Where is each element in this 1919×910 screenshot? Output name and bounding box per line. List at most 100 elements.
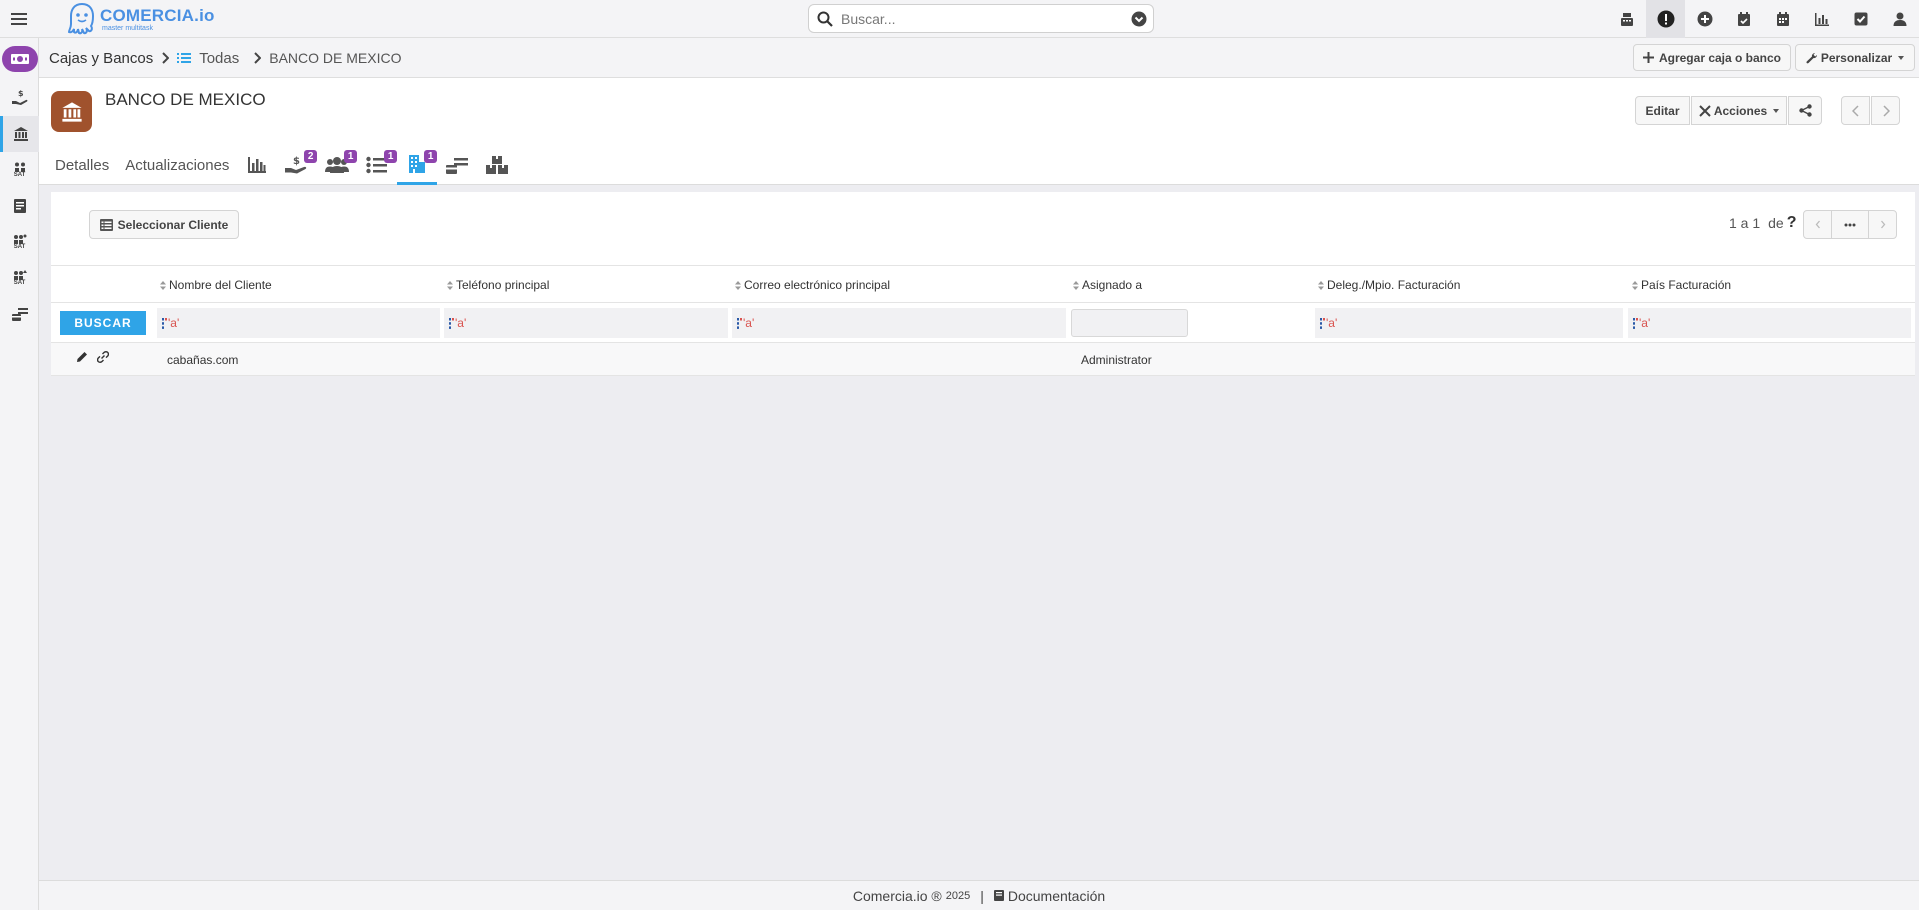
tasks-badge: 1 <box>383 150 398 163</box>
caret-down-icon <box>1898 55 1905 60</box>
plus-circle-icon[interactable] <box>1685 0 1724 38</box>
pos-register-icon[interactable] <box>1607 0 1646 38</box>
tab-payments[interactable]: $ 2 <box>277 145 318 185</box>
search-input[interactable] <box>841 10 1131 27</box>
breadcrumb-bar: Cajas y Bancos Todas BANCO DE MEXICO Agr… <box>39 38 1919 78</box>
global-search <box>808 4 1154 33</box>
app-logo[interactable]: COMERCIA.io master multitask <box>67 2 215 36</box>
chevron-left-icon <box>1815 220 1820 229</box>
select-client-label: Seleccionar Cliente <box>117 217 229 232</box>
logo-name: COMERCIA.io <box>100 5 215 25</box>
svg-text:$: $ <box>18 89 24 98</box>
calendar-check-icon[interactable] <box>1724 0 1763 38</box>
actions-button[interactable]: Acciones <box>1691 96 1787 125</box>
breadcrumb-module[interactable]: Cajas y Bancos <box>49 50 153 67</box>
chevron-down-circle-icon[interactable] <box>1131 11 1147 27</box>
cell-assigned: Administrator <box>1081 352 1152 367</box>
filter-operator-label: 'a' <box>743 316 755 330</box>
filter-operator-icon <box>162 317 167 329</box>
table-filter-row: BUSCAR 'a' 'a' 'a' 'a' 'a' <box>51 303 1915 343</box>
sort-icon <box>1073 280 1079 290</box>
card-list-icon[interactable] <box>0 296 39 332</box>
customize-button[interactable]: Personalizar <box>1795 44 1915 71</box>
search-button[interactable]: BUSCAR <box>60 311 146 335</box>
tab-contacts[interactable]: 1 <box>317 145 358 185</box>
breadcrumb-list-link[interactable]: Todas <box>177 50 239 67</box>
filter-operator[interactable]: 'a' <box>449 316 466 330</box>
column-header-email[interactable]: Correo electrónico principal <box>735 266 890 304</box>
tab-chart[interactable] <box>237 145 277 185</box>
pager-previous-button[interactable] <box>1803 210 1832 239</box>
tab-inventory[interactable] <box>477 145 517 185</box>
column-header-name[interactable]: Nombre del Cliente <box>160 266 272 304</box>
cajas-bancos-icon[interactable] <box>2 46 38 72</box>
footer-year: 2025 <box>945 889 971 902</box>
column-label: País Facturación <box>1641 278 1732 292</box>
hand-money-icon[interactable]: $ <box>0 80 39 116</box>
sort-icon <box>1632 280 1638 290</box>
pager-next-button[interactable] <box>1868 210 1897 239</box>
octopus-logo-icon <box>67 2 95 35</box>
calendar-icon[interactable] <box>1763 0 1802 38</box>
share-button[interactable] <box>1788 96 1822 125</box>
checkbox-icon[interactable] <box>1841 0 1880 38</box>
record-tabs: Detalles Actualizaciones $ 2 1 1 1 <box>39 145 517 185</box>
book-icon <box>993 890 1004 901</box>
sort-icon <box>160 280 166 290</box>
pager-more-button[interactable] <box>1832 210 1868 239</box>
bank-icon[interactable] <box>0 116 39 152</box>
user-icon[interactable] <box>1880 0 1919 38</box>
top-icon-bar <box>1607 0 1919 38</box>
add-bank-button[interactable]: Agregar caja o banco <box>1633 44 1791 71</box>
tab-clients[interactable]: 1 <box>397 145 438 185</box>
filter-operator[interactable]: 'a' <box>1320 316 1337 330</box>
record-title: BANCO DE MEXICO <box>105 90 266 109</box>
alert-icon[interactable] <box>1646 0 1685 38</box>
edit-button[interactable]: Editar <box>1635 96 1690 125</box>
filter-operator-icon <box>449 317 454 329</box>
pencil-icon[interactable] <box>76 351 88 363</box>
hamburger-menu-icon[interactable] <box>8 8 30 30</box>
tab-updates[interactable]: Actualizaciones <box>117 145 237 185</box>
document-icon[interactable] <box>0 188 39 224</box>
filter-operator[interactable]: 'a' <box>1633 316 1650 330</box>
cell-client-name[interactable]: cabañas.com <box>167 343 238 376</box>
unlink-icon[interactable] <box>97 351 109 363</box>
filter-operator-label: 'a' <box>168 316 180 330</box>
previous-record-button[interactable] <box>1841 96 1870 125</box>
column-header-municipality[interactable]: Deleg./Mpio. Facturación <box>1318 266 1460 304</box>
search-icon[interactable] <box>817 11 833 27</box>
pager-total[interactable]: ? <box>1787 214 1797 232</box>
column-header-assigned[interactable]: Asignado a <box>1073 266 1142 304</box>
tab-details[interactable]: Detalles <box>39 145 117 185</box>
documentation-link[interactable]: Documentación <box>993 887 1106 904</box>
contacts-badge: 1 <box>343 150 358 163</box>
tab-cards[interactable] <box>437 145 477 185</box>
pager-summary: 1 a 1 de ? <box>1729 214 1797 232</box>
filter-email-field[interactable]: 'a' <box>732 308 1066 338</box>
filter-operator[interactable]: 'a' <box>162 316 179 330</box>
bar-chart-icon[interactable] <box>1802 0 1841 38</box>
filter-country-field[interactable]: 'a' <box>1628 308 1911 338</box>
chevron-right-icon <box>162 52 170 64</box>
sat-pay-icon[interactable]: SAT <box>0 224 39 260</box>
next-record-button[interactable] <box>1871 96 1900 125</box>
filter-phone-field[interactable]: 'a' <box>444 308 728 338</box>
table-list-icon <box>99 218 113 231</box>
column-header-country[interactable]: País Facturación <box>1632 266 1731 304</box>
filter-name-field[interactable]: 'a' <box>157 308 440 338</box>
sort-icon <box>447 280 453 290</box>
top-bar: COMERCIA.io master multitask <box>0 0 1919 38</box>
select-client-button[interactable]: Seleccionar Cliente <box>89 210 239 239</box>
filter-assigned-field[interactable] <box>1071 309 1188 337</box>
filter-municipality-field[interactable]: 'a' <box>1315 308 1623 338</box>
sat-label: SAT <box>13 280 26 286</box>
sat-icon[interactable]: SAT <box>0 152 39 188</box>
filter-operator[interactable]: 'a' <box>737 316 754 330</box>
column-label: Asignado a <box>1082 278 1143 292</box>
column-header-phone[interactable]: Teléfono principal <box>447 266 549 304</box>
sat-up-icon[interactable]: SAT <box>0 260 39 296</box>
table-header: Nombre del Cliente Teléfono principal Co… <box>51 265 1915 303</box>
tab-tasks[interactable]: 1 <box>357 145 398 185</box>
documentation-label: Documentación <box>1007 887 1106 904</box>
